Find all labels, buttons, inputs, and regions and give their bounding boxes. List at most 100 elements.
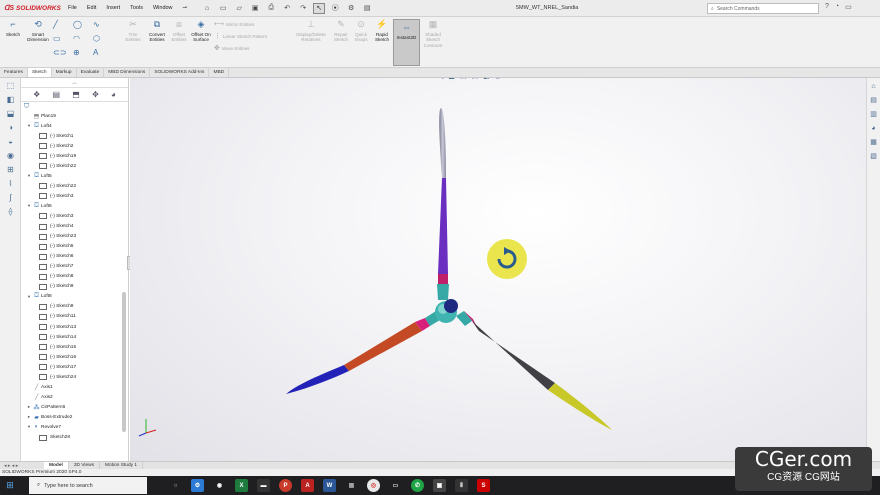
menu-edit[interactable]: Edit: [87, 5, 96, 11]
tree-item-sketch[interactable]: (-) Sketch13: [21, 322, 128, 332]
custom-properties-icon[interactable]: ▦: [867, 136, 880, 148]
view-orientation-icon[interactable]: ⬚: [0, 78, 21, 92]
tree-item-sketch[interactable]: (-) Sketch6: [21, 252, 128, 262]
tree-scrollbar[interactable]: [122, 292, 126, 432]
windows-start-icon[interactable]: ⊞: [3, 476, 17, 495]
tab-features[interactable]: Features: [0, 68, 28, 77]
dimxpert-icon[interactable]: ✥: [92, 90, 99, 99]
rapid-sketch-button[interactable]: ⚡ Rapid Sketch: [372, 19, 392, 43]
tree-item-axis[interactable]: ╱ Axis2: [21, 392, 128, 402]
repair-sketch-button[interactable]: ✎ Repair Sketch: [331, 19, 351, 43]
media-app-icon[interactable]: ▣: [433, 479, 446, 492]
tab-markup[interactable]: Markup: [52, 68, 77, 77]
tab-mbd-dimensions[interactable]: MBD Dimensions: [104, 68, 151, 77]
tree-item-sketch[interactable]: (-) Sketch17: [21, 362, 128, 372]
tree-item-axis[interactable]: ╱ Axis1: [21, 382, 128, 392]
display-relations-button[interactable]: ⊥ Display/Delete Relations: [292, 19, 330, 43]
excel-app-icon[interactable]: X: [235, 479, 248, 492]
tree-item-sketch[interactable]: (-) Sketch24: [21, 372, 128, 382]
tree-item-sketch[interactable]: (-) Sketch7: [21, 262, 128, 272]
mirror-entities-button[interactable]: ⟷ Mirror Entities: [214, 19, 267, 29]
tree-item-extrude[interactable]: ▸ ▰ Boss-Extrude2: [21, 412, 128, 422]
measure-icon[interactable]: ⟠: [0, 204, 21, 218]
tree-item-sketch[interactable]: (-) Sketch22: [21, 181, 128, 191]
linear-pattern-button[interactable]: ⋮ Linear Sketch Pattern: [214, 31, 267, 41]
smart-dimension-button[interactable]: ⟲ Smart Dimension: [24, 19, 52, 43]
menu-file[interactable]: File: [68, 5, 77, 11]
tree-item-sketch[interactable]: (-) Sketch4: [21, 222, 128, 232]
hide-show-icon[interactable]: ◉: [0, 148, 21, 162]
edit-appearance-icon[interactable]: ◕: [506, 78, 510, 80]
point-icon[interactable]: ⊕: [73, 48, 93, 59]
tree-item-sketch[interactable]: (-) Sketch1: [21, 131, 128, 141]
pin-icon[interactable]: ⊸: [183, 5, 188, 11]
menu-window[interactable]: Window: [153, 5, 173, 11]
hide-show-hud-icon[interactable]: ◉: [495, 78, 501, 80]
tree-item-sketch[interactable]: (-) Sketch8: [21, 272, 128, 282]
blade-right[interactable]: [456, 311, 612, 430]
tree-item-sketch[interactable]: (-) Sketch2: [21, 141, 128, 151]
previous-view-icon[interactable]: ◁: [438, 78, 443, 80]
filter-icon[interactable]: ⛉: [21, 102, 128, 111]
display-style-hud-icon[interactable]: ◧: [483, 78, 490, 80]
section-view-icon[interactable]: ⬓: [0, 106, 21, 120]
tree-item-loft[interactable]: ▾ ⛋ Loft6: [21, 201, 128, 211]
shaded-contours-button[interactable]: ▦ Shaded Sketch Contours: [421, 19, 445, 48]
appearance-icon[interactable]: ◑: [0, 120, 21, 134]
configuration-manager-icon[interactable]: ⬒: [72, 90, 80, 99]
new-document-icon[interactable]: ▭: [217, 3, 229, 14]
menu-tools[interactable]: Tools: [130, 5, 143, 11]
tree-item-sketch[interactable]: (-) Sketch3: [21, 211, 128, 221]
redo-icon[interactable]: ↷: [297, 3, 309, 14]
tree-item-sketch[interactable]: (-) Sketch19: [21, 151, 128, 161]
scene-icon[interactable]: ◒: [0, 134, 21, 148]
blade-top[interactable]: [437, 108, 449, 300]
traffic-light-icon[interactable]: ⦿: [329, 3, 341, 14]
view-orientation-hud-icon[interactable]: ⬚: [471, 78, 478, 80]
explorer-app-icon[interactable]: ▭: [389, 479, 402, 492]
resources-icon[interactable]: ⌂: [867, 80, 880, 92]
chrome-app-icon[interactable]: ◎: [367, 479, 380, 492]
spline-icon[interactable]: ∿: [93, 20, 113, 31]
sketch-button[interactable]: ⌐ Sketch: [4, 19, 22, 37]
solidworks-logo[interactable]: ᗡS SOLIDWORKS: [4, 4, 61, 13]
user-icon[interactable]: ◔: [835, 3, 839, 11]
quick-snaps-button[interactable]: ⊙ Quick Snaps: [352, 19, 370, 43]
tree-item-sketch[interactable]: (-) Sketch5: [21, 242, 128, 252]
print-icon[interactable]: ⎙: [265, 3, 277, 14]
solidworks-app-icon[interactable]: S: [477, 479, 490, 492]
tree-item-revolve[interactable]: ▾ ◐ Revolve7: [21, 422, 128, 432]
tab-mbd[interactable]: MBD: [209, 68, 230, 77]
tab-addins[interactable]: SOLIDWORKS Add-Ins: [150, 68, 210, 77]
window-controls-icon[interactable]: ▭: [845, 3, 852, 11]
arc-icon[interactable]: ◠: [73, 34, 93, 45]
menu-insert[interactable]: Insert: [106, 5, 120, 11]
blade-left[interactable]: [286, 311, 440, 394]
settings-app-icon[interactable]: ⚙: [191, 479, 204, 492]
offset-entities-button[interactable]: ⧈ Offset Entities: [169, 19, 189, 43]
task-view-icon[interactable]: ○: [169, 479, 182, 492]
curve-icon[interactable]: ∫: [0, 190, 21, 204]
save-icon[interactable]: ▣: [249, 3, 261, 14]
tree-item-sketch[interactable]: (-) Sketch23: [21, 232, 128, 242]
slot-icon[interactable]: ⊂⊃: [53, 48, 73, 59]
taskbar-search[interactable]: ⌕ Type here to search: [29, 477, 147, 494]
tree-item-plane[interactable]: ⬒ Plan19: [21, 111, 128, 121]
calculator-app-icon[interactable]: ▦: [345, 479, 358, 492]
trim-entities-button[interactable]: ✂ Trim Entities: [122, 19, 144, 43]
tab-evaluate[interactable]: Evaluate: [77, 68, 105, 77]
polygon-icon[interactable]: ⬡: [93, 34, 113, 45]
tree-item-sketch[interactable]: (-) Sketch3: [21, 191, 128, 201]
powerpoint-app-icon[interactable]: P: [279, 479, 292, 492]
tab-scroll-arrows[interactable]: ◂ ▸ ◂ ▸: [0, 463, 44, 469]
property-manager-icon[interactable]: ▤: [53, 90, 61, 99]
search-commands[interactable]: ⌕ Search Commands: [707, 3, 819, 14]
whatsapp-app-icon[interactable]: ✆: [411, 479, 424, 492]
obs-app-icon[interactable]: ◉: [213, 479, 226, 492]
acrobat-app-icon[interactable]: A: [301, 479, 314, 492]
tree-item-sketch[interactable]: (-) Sketch22: [21, 161, 128, 171]
line-icon[interactable]: ╱: [53, 20, 73, 31]
select-icon[interactable]: ↖: [313, 2, 326, 14]
file-explorer-icon[interactable]: ▥: [867, 108, 880, 120]
open-icon[interactable]: ▱: [233, 3, 245, 14]
